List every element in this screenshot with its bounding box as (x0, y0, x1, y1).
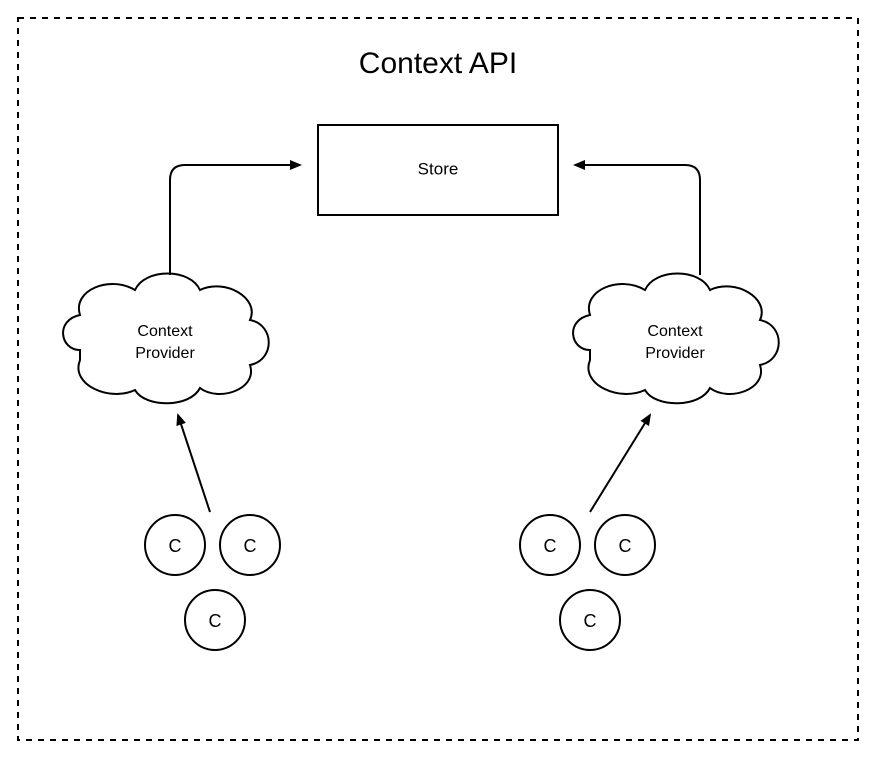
context-provider-left: Context Provider (63, 274, 269, 404)
components-left: C C C (145, 515, 280, 650)
provider-left-label-1: Context (137, 323, 193, 340)
arrow-right-provider-to-store (575, 165, 700, 275)
component-label: C (544, 536, 557, 556)
arrow-right-components-to-provider (590, 415, 650, 512)
component-label: C (209, 611, 222, 631)
provider-right-label-1: Context (647, 323, 703, 340)
diagram-canvas: Context API Store Context Provider Conte… (0, 0, 876, 758)
store-label: Store (418, 159, 459, 178)
store-node: Store (318, 125, 558, 215)
component-label: C (169, 536, 182, 556)
arrow-left-components-to-provider (178, 415, 210, 512)
component-label: C (584, 611, 597, 631)
arrow-left-provider-to-store (170, 165, 300, 275)
components-right: C C C (520, 515, 655, 650)
component-label: C (619, 536, 632, 556)
diagram-title: Context API (359, 47, 517, 80)
provider-left-label-2: Provider (135, 345, 195, 362)
provider-right-label-2: Provider (645, 345, 705, 362)
context-provider-right: Context Provider (573, 274, 779, 404)
component-label: C (244, 536, 257, 556)
